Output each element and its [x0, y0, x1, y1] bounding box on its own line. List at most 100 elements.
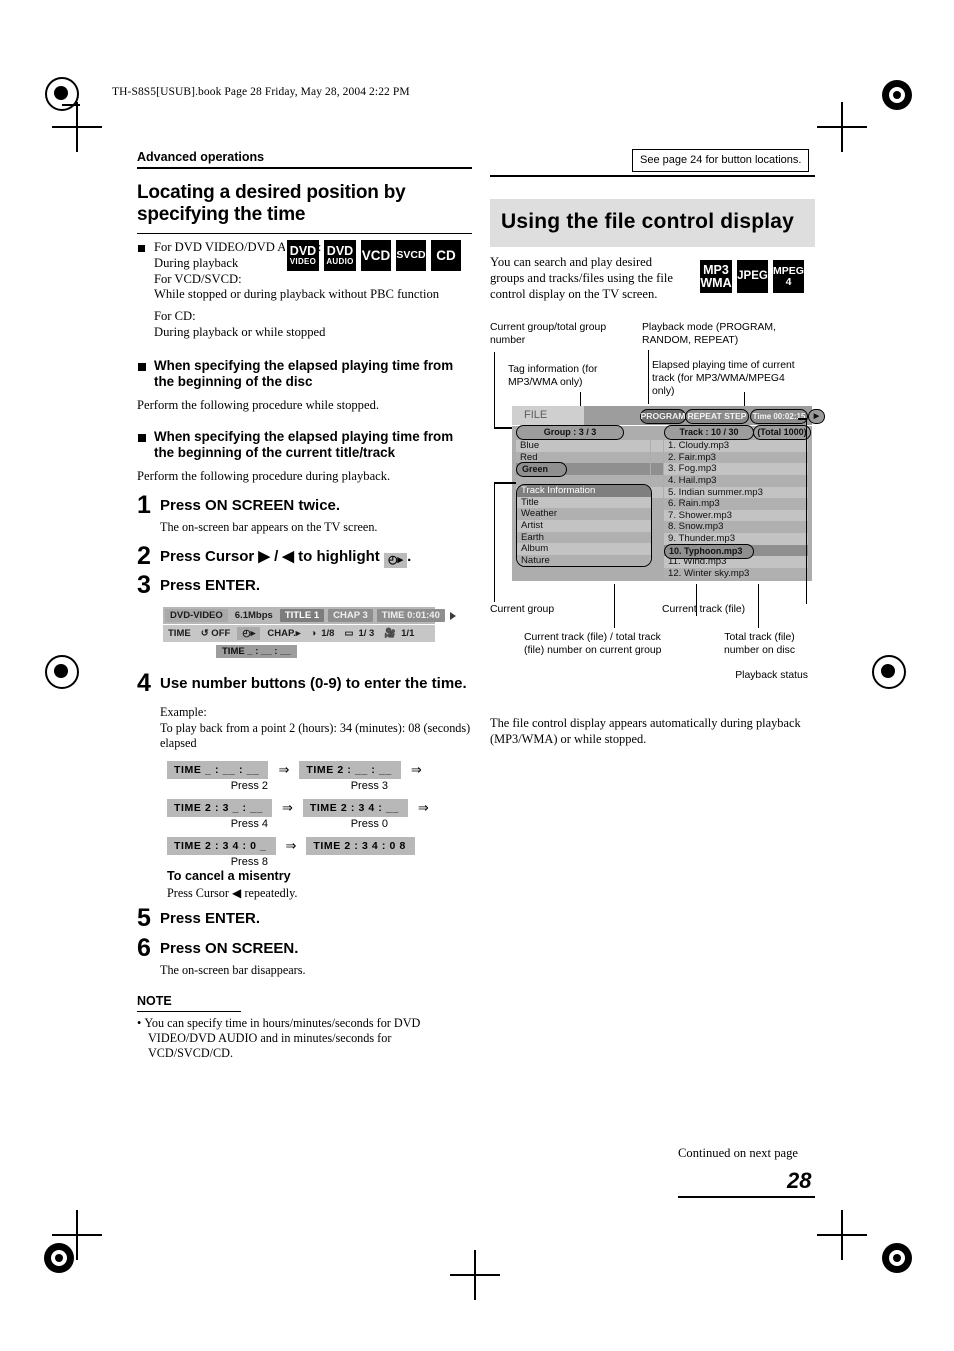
- subtitle-icon: ▭: [344, 628, 354, 640]
- disc-badges-right: MP3 WMA JPEG MPEG 4: [698, 260, 804, 294]
- time-chip-3a: TIME 2 : 3 4 : 0 _: [167, 836, 276, 855]
- registration-mark-top-left: [45, 77, 79, 111]
- badge-dvd-video-line1: DVD: [289, 243, 317, 258]
- disc-badges-left: DVD VIDEO DVD AUDIO VCD SVCD CD: [285, 240, 461, 272]
- seq-arrow-3a: ⇒: [285, 837, 297, 853]
- callout-current-track-file: Current track (file): [662, 604, 746, 616]
- step-4-number: 4: [137, 669, 151, 698]
- time-seq-presses-3: Press 8: [167, 856, 472, 868]
- badge-jpeg-label: JPEG: [737, 269, 768, 282]
- seq-arrow-1a: ⇒: [278, 761, 290, 777]
- time-chip-1b: TIME 2 : __ : __: [299, 760, 401, 779]
- file-tab-label: FILE: [512, 406, 584, 426]
- track-strip-row-10: [780, 544, 808, 557]
- crop-mark-top-left: [52, 102, 102, 152]
- badge-dvd-audio-line2: AUDIO: [326, 257, 354, 267]
- track-info-row-nature: Nature: [517, 554, 651, 567]
- callout-current-group-total: Current group/total group number: [490, 322, 607, 346]
- total-track-chip: (Total 1000): [753, 425, 811, 441]
- cursor-left-icon: ◀: [232, 885, 242, 900]
- leader-playback-status-h: [798, 418, 807, 420]
- leader-elapsed-time: [744, 392, 746, 407]
- osbar-time-input: TIME _ : __ : __: [216, 644, 297, 658]
- registration-mark-left-mid: [45, 655, 79, 689]
- track-strip-row-1: [780, 440, 808, 452]
- osbar-audio-value: 1/8: [321, 628, 335, 640]
- group-strip-row-1: [651, 440, 663, 452]
- onscreen-bar-row-2: TIME ↺ OFF ◴▸ CHAP.▸ ◑ 1/8 ▭ 1/ 3 🎥 1/1: [163, 625, 435, 643]
- track-information-panel: Track Information Title Weather Artist E…: [516, 484, 652, 568]
- example-text: To play back from a point 2 (hours): 34 …: [160, 721, 471, 751]
- badge-vcd: VCD: [359, 240, 391, 272]
- track-info-row-title: Title: [517, 496, 651, 509]
- callout-playback-status: Playback status: [735, 670, 808, 682]
- press-label-3a: Press 8: [230, 855, 268, 868]
- right-intro-text: You can search and play desired groups a…: [490, 255, 673, 302]
- track-info-row-earth: Earth: [517, 531, 651, 544]
- time-chip-1a: TIME _ : __ : __: [167, 760, 269, 779]
- press-label-2a: Press 4: [230, 817, 268, 830]
- badge-cd-label: CD: [436, 247, 456, 263]
- track-strip-row-5: [780, 486, 808, 499]
- track-strip-row-3: [780, 463, 808, 475]
- badge-vcd-label: VCD: [361, 247, 391, 263]
- callout-current-total-track: Current track (file) / total track (file…: [524, 632, 662, 656]
- example-label: Example:: [160, 704, 207, 719]
- track-strip-row-2: [780, 451, 808, 464]
- group-strip-row-3: [651, 463, 663, 475]
- leader-current-group-h: [494, 482, 516, 484]
- badge-cd: CD: [429, 240, 461, 272]
- press-label-2b: Press 0: [350, 817, 388, 830]
- time-chip-3b: TIME 2 : 3 4 : 0 8: [306, 836, 415, 855]
- onscreen-bar-row-1: DVD-VIDEO 6.1Mbps TITLE 1 CHAP 3 TIME 0:…: [163, 607, 456, 625]
- left-column: Advanced operations Locating a desired p…: [137, 150, 472, 1062]
- program-mode-chip: PROGRAM: [640, 409, 686, 425]
- page-title-right: Using the file control display: [490, 199, 815, 248]
- step-4: 4 Use number buttons (0-9) to enter the …: [137, 669, 472, 698]
- disc-note-line4: While stopped or during playback without…: [154, 287, 440, 302]
- leader-current-total-track: [614, 584, 616, 629]
- osbar-chapter-chip: CHAP 3: [328, 609, 373, 623]
- group-list-item-blue[interactable]: Blue: [516, 440, 650, 452]
- badge-mp3-line1: MP3: [703, 263, 729, 278]
- track-strip-row-8: [780, 521, 808, 533]
- group-header-chip: Group : 3 / 3: [516, 425, 624, 441]
- osbar-time-label: TIME: [168, 628, 191, 640]
- breadcrumb-rule: [137, 167, 472, 169]
- bullseye-mark-top-right: [882, 80, 912, 110]
- track-info-row-weather: Weather: [517, 508, 651, 520]
- crop-mark-bottom-center: [450, 1250, 500, 1300]
- audio-icon: ◑: [310, 628, 317, 640]
- track-header-chip: Track : 10 / 30: [664, 425, 754, 441]
- badge-mp3-wma: MP3 WMA: [698, 260, 732, 294]
- badge-svcd-label: SVCD: [396, 249, 426, 262]
- file-control-screen: FILE PROGRAM REPEAT STEP Time 00:02:15 ▶…: [512, 406, 825, 582]
- file-control-display-note: The file control display appears automat…: [490, 716, 801, 747]
- note-head: NOTE: [137, 993, 172, 1008]
- step-2-text: Press Cursor ▶ / ◀ to highlight ◴▸.: [160, 545, 411, 568]
- press-label-1b: Press 3: [350, 779, 388, 792]
- bullseye-mark-bottom-right: [882, 1243, 912, 1273]
- leader-current-group-total: [494, 352, 496, 428]
- osbar-play-icon: [449, 611, 456, 620]
- track-strip-row-4: [780, 474, 808, 487]
- step-6-text: Press ON SCREEN.: [160, 939, 299, 957]
- page-canvas: TH-S8S5[USUB].book Page 28 Friday, May 2…: [0, 0, 954, 1351]
- page-number: 28: [787, 1168, 812, 1193]
- track-info-row-album: Album: [517, 543, 651, 555]
- cancel-misentry-text: Press Cursor ◀ repeatedly.: [167, 886, 472, 901]
- leader-current-group: [494, 482, 496, 603]
- osbar-chapter-search-icon: CHAP.▸: [267, 628, 301, 640]
- time-seq-row-2: TIME 2 : 3 _ : __ ⇒ TIME 2 : 3 4 : __ ⇒: [167, 798, 472, 817]
- step-5-number: 5: [137, 903, 151, 932]
- time-seq-row-3: TIME 2 : 3 4 : 0 _ ⇒ TIME 2 : 3 4 : 0 8: [167, 836, 472, 855]
- angle-icon: 🎥: [384, 628, 397, 640]
- onscreen-bar-row-3: TIME _ : __ : __: [163, 643, 435, 659]
- leader-playback-status: [806, 418, 808, 605]
- track-strip-row-12: [780, 567, 808, 580]
- group-scroll-strip[interactable]: [651, 440, 663, 499]
- track-scroll-strip[interactable]: [780, 440, 808, 580]
- disc-note-line5: For CD:: [154, 309, 196, 323]
- seq-arrow-1b: ⇒: [410, 761, 422, 777]
- step-2: 2 Press Cursor ▶ / ◀ to highlight ◴▸.: [137, 543, 472, 569]
